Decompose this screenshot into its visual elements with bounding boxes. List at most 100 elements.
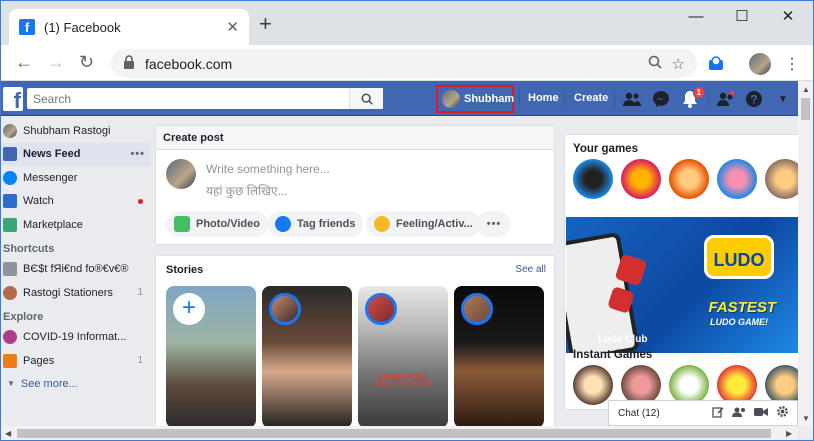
create-post-card: Create post Write something here... यहां… (155, 125, 555, 245)
new-message-icon[interactable] (712, 406, 724, 421)
tag-friends-icon (275, 216, 291, 232)
facebook-search[interactable] (27, 88, 383, 109)
avatar (3, 123, 17, 138)
tag-friends-button[interactable]: Tag friends (267, 211, 364, 237)
chevron-down-icon: ▼ (7, 379, 15, 388)
feeling-emoji-icon (374, 216, 390, 232)
minimize-button[interactable]: — (673, 5, 719, 29)
feeling-activity-button[interactable]: Feeling/Activ... (366, 211, 481, 237)
ludo-club-ad[interactable]: LUDO FASTEST LUDO GAME! Ludo Club (566, 217, 798, 353)
game-icon-candy[interactable] (621, 159, 661, 199)
friends-activity-icon[interactable] (716, 89, 736, 109)
more-options-icon[interactable]: ••• (130, 148, 145, 160)
photo-video-button[interactable]: Photo/Video (166, 211, 268, 237)
shortcuts-heading: Shortcuts (3, 242, 55, 255)
post-composer[interactable]: Write something here... यहां कुछ लिखिए..… (166, 159, 330, 199)
ludo-logo: LUDO (704, 235, 774, 279)
more-options-button[interactable]: ••• (477, 211, 511, 237)
sidebar-item-messenger[interactable]: Messenger (1, 166, 151, 190)
browser-window: f (1) Facebook ✕ + — ☐ ✕ ← → ↻ facebook.… (0, 0, 814, 441)
group-icon (3, 262, 17, 277)
tab-bar: f (1) Facebook ✕ + — ☐ ✕ (1, 1, 813, 45)
sidebar-item-covid[interactable]: COVID-19 Informat... (1, 326, 151, 350)
story-card[interactable]: KHUSHI KOSA I MISS YOU BABY (358, 286, 448, 428)
new-content-dot (138, 198, 143, 204)
facebook-logo-icon[interactable]: f (3, 87, 23, 112)
game-icon-uno[interactable] (717, 365, 757, 405)
sidebar-item-label: BЄ$t fЯi€nd fo®€v€® (23, 263, 129, 276)
maximize-button[interactable]: ☐ (719, 5, 765, 29)
close-window-button[interactable]: ✕ (765, 5, 811, 29)
game-icon-adventure[interactable] (669, 159, 709, 199)
story-avatar (365, 293, 397, 325)
extension-icon[interactable] (705, 53, 727, 75)
sidebar-item-profile[interactable]: Shubham Rastogi (1, 119, 151, 143)
scroll-thumb[interactable] (801, 98, 810, 120)
your-games-title: Your games (573, 143, 638, 155)
friend-requests-icon[interactable] (622, 89, 642, 109)
create-group-icon[interactable] (732, 406, 746, 421)
count-badge: 1 (137, 287, 143, 299)
chat-settings-gear-icon[interactable] (776, 405, 789, 421)
sidebar-item-news-feed[interactable]: News Feed ••• (1, 142, 151, 166)
address-bar[interactable]: facebook.com ☆ (111, 49, 697, 78)
sidebar-item-label: Rastogi Stationers (23, 286, 113, 299)
help-icon[interactable]: ? (744, 89, 764, 109)
sidebar-item-shortcut[interactable]: BЄ$t fЯi€nd fo®€v€® (1, 258, 151, 282)
scroll-up-icon[interactable]: ▲ (802, 85, 810, 94)
sidebar-item-pages[interactable]: Pages 1 (1, 349, 151, 373)
story-card[interactable] (262, 286, 352, 428)
search-button[interactable] (349, 88, 383, 109)
account-menu-icon[interactable]: ▼ (773, 89, 793, 109)
see-more-label: See more... (20, 377, 78, 390)
game-icon-friends-quiz[interactable] (573, 365, 613, 405)
game-icon-couple[interactable] (621, 365, 661, 405)
tab-title: (1) Facebook (44, 19, 121, 35)
vertical-scrollbar[interactable]: ▲ ▼ (798, 81, 813, 426)
add-story-card[interactable]: + (166, 286, 256, 428)
story-card[interactable] (454, 286, 544, 428)
forward-button[interactable]: → (47, 51, 65, 73)
back-button[interactable]: ← (15, 51, 33, 73)
search-icon[interactable] (648, 55, 662, 73)
stories-title: Stories (166, 264, 204, 276)
bookmark-star-icon[interactable]: ☆ (672, 55, 685, 73)
sidebar-item-marketplace[interactable]: Marketplace (1, 213, 151, 237)
close-tab-icon[interactable]: ✕ (226, 18, 239, 36)
see-all-link[interactable]: See all (515, 264, 546, 275)
sidebar-item-watch[interactable]: Watch (1, 190, 151, 214)
sidebar-item-label: Watch (23, 195, 54, 208)
ad-headline: FASTEST (708, 299, 776, 316)
scroll-left-icon[interactable]: ◀ (5, 429, 11, 438)
game-icon-quiz[interactable] (669, 365, 709, 405)
divider (564, 91, 565, 107)
create-link[interactable]: Create (574, 92, 608, 104)
search-input[interactable] (27, 88, 349, 109)
browser-tab[interactable]: f (1) Facebook ✕ (9, 9, 249, 45)
game-icon-8-ball[interactable] (573, 159, 613, 199)
messenger-icon[interactable] (651, 89, 671, 109)
browser-menu-icon[interactable]: ⋮ (781, 53, 803, 75)
add-story-icon[interactable]: + (173, 293, 205, 325)
sidebar-item-shortcut[interactable]: Rastogi Stationers 1 (1, 281, 151, 305)
scroll-right-icon[interactable]: ▶ (786, 429, 792, 438)
horizontal-scrollbar[interactable]: ◀ ▶ (1, 426, 798, 440)
explore-heading: Explore (3, 310, 44, 323)
see-more-link[interactable]: ▼ See more... (1, 373, 151, 395)
sidebar-item-label: Marketplace (23, 218, 83, 231)
marketplace-icon (3, 217, 17, 232)
svg-text:?: ? (750, 93, 757, 107)
new-tab-button[interactable]: + (259, 13, 272, 35)
video-call-icon[interactable] (754, 406, 768, 421)
scroll-thumb[interactable] (17, 429, 771, 438)
game-icon-bingo[interactable] (717, 159, 757, 199)
reload-button[interactable]: ↻ (79, 51, 94, 73)
profile-button[interactable]: Shubham (436, 85, 514, 113)
pages-flag-icon (3, 353, 17, 368)
chat-bar[interactable]: Chat (12) (608, 400, 798, 426)
profile-avatar[interactable] (749, 53, 771, 75)
count-badge: 1 (137, 355, 143, 367)
scroll-down-icon[interactable]: ▼ (802, 414, 810, 423)
home-link[interactable]: Home (528, 92, 559, 104)
notifications-bell-icon[interactable]: 1 (680, 86, 705, 109)
